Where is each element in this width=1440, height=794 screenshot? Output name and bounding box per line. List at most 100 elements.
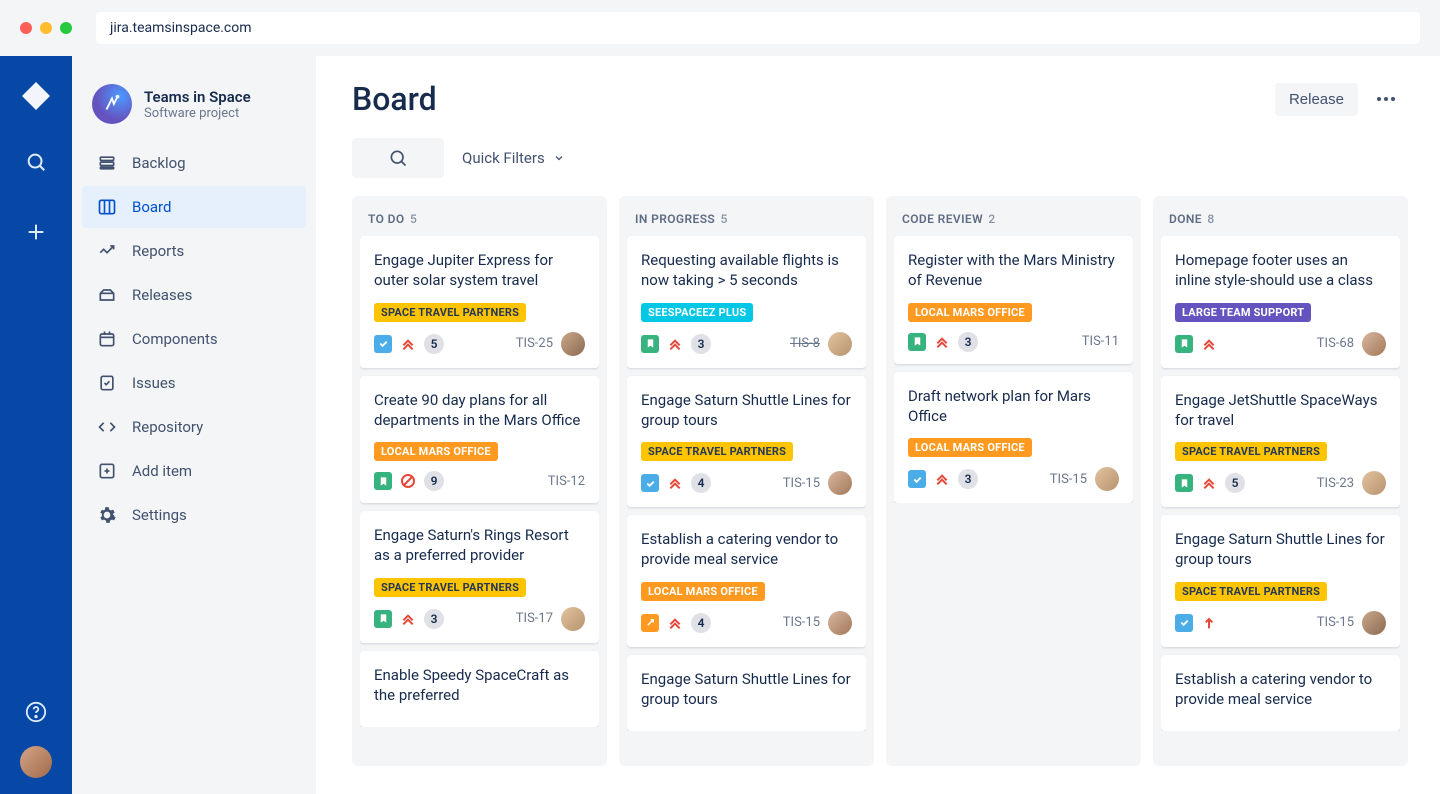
priority-icon <box>667 336 683 352</box>
project-subtitle: Software project <box>144 106 251 121</box>
issue-card[interactable]: Engage Saturn Shuttle Lines for group to… <box>627 655 866 732</box>
sidebar-item-label: Backlog <box>132 154 186 172</box>
issue-card[interactable]: Draft network plan for Mars OfficeLOCAL … <box>894 372 1133 504</box>
issue-key: TIS-68 <box>1317 336 1354 351</box>
release-button[interactable]: Release <box>1275 83 1358 116</box>
issue-type-icon <box>374 335 392 353</box>
assignee-avatar <box>1362 611 1386 635</box>
url-bar[interactable]: jira.teamsinspace.com <box>96 12 1420 44</box>
sidebar-item-backlog[interactable]: Backlog <box>82 142 306 184</box>
card-label: SPACE TRAVEL PARTNERS <box>1175 582 1327 601</box>
card-label: LARGE TEAM SUPPORT <box>1175 303 1311 322</box>
assignee-avatar <box>1095 467 1119 491</box>
column-header: TO DO 5 <box>360 206 599 236</box>
card-label: SPACE TRAVEL PARTNERS <box>374 578 526 597</box>
more-actions-button[interactable] <box>1368 81 1404 117</box>
page-title: Board <box>352 80 437 118</box>
issue-card[interactable]: Register with the Mars Ministry of Reven… <box>894 236 1133 364</box>
issue-card[interactable]: Engage Jupiter Express for outer solar s… <box>360 236 599 368</box>
window-minimize-icon[interactable] <box>40 22 52 34</box>
issue-card[interactable]: Establish a catering vendor to provide m… <box>627 515 866 647</box>
sidebar-item-repository[interactable]: Repository <box>82 406 306 448</box>
issue-type-icon <box>374 472 392 490</box>
card-title: Establish a catering vendor to provide m… <box>1175 669 1386 710</box>
card-title: Requesting available flights is now taki… <box>641 250 852 291</box>
card-title: Engage Saturn's Rings Resort as a prefer… <box>374 525 585 566</box>
card-label: SPACE TRAVEL PARTNERS <box>1175 442 1327 461</box>
sidebar-item-releases[interactable]: Releases <box>82 274 306 316</box>
issue-key: TIS-15 <box>1050 472 1087 487</box>
jira-logo-icon[interactable] <box>20 80 52 112</box>
column-header: CODE REVIEW 2 <box>894 206 1133 236</box>
priority-icon <box>934 334 950 350</box>
card-title: Engage JetShuttle SpaceWays for travel <box>1175 390 1386 431</box>
column-count: 5 <box>410 212 417 226</box>
priority-icon <box>934 471 950 487</box>
card-title: Engage Saturn Shuttle Lines for group to… <box>641 669 852 710</box>
assignee-avatar <box>828 471 852 495</box>
quick-filters-dropdown[interactable]: Quick Filters <box>462 149 565 167</box>
issue-key: TIS-12 <box>548 474 585 489</box>
sidebar-item-label: Issues <box>132 374 176 392</box>
global-create-button[interactable] <box>16 212 56 252</box>
issue-card[interactable]: Homepage footer uses an inline style-sho… <box>1161 236 1400 368</box>
column-title: CODE REVIEW <box>902 212 983 226</box>
issue-key: TIS-15 <box>783 615 820 630</box>
project-header[interactable]: Teams in Space Software project <box>82 78 306 142</box>
global-search-button[interactable] <box>16 142 56 182</box>
card-title: Enable Speedy SpaceCraft as the preferre… <box>374 665 585 706</box>
issue-card[interactable]: Engage Saturn's Rings Resort as a prefer… <box>360 511 599 643</box>
priority-icon <box>400 473 416 489</box>
column-title: DONE <box>1169 212 1202 226</box>
issue-card[interactable]: Requesting available flights is now taki… <box>627 236 866 368</box>
issue-type-icon <box>908 333 926 351</box>
story-points-badge: 4 <box>691 613 711 633</box>
issue-key: TIS-25 <box>516 336 553 351</box>
sidebar-item-label: Releases <box>132 286 192 304</box>
issue-type-icon <box>1175 614 1193 632</box>
priority-icon <box>400 611 416 627</box>
sidebar-icon <box>96 152 118 174</box>
card-label: LOCAL MARS OFFICE <box>908 303 1032 322</box>
card-label: LOCAL MARS OFFICE <box>908 438 1032 457</box>
issue-key: TIS-8 <box>790 336 820 351</box>
card-label: SEESPACEEZ PLUS <box>641 303 753 322</box>
issue-card[interactable]: Engage Saturn Shuttle Lines for group to… <box>627 376 866 508</box>
chevron-down-icon <box>553 152 565 164</box>
issue-card[interactable]: Establish a catering vendor to provide m… <box>1161 655 1400 732</box>
sidebar-item-add-item[interactable]: Add item <box>82 450 306 492</box>
issue-type-icon <box>1175 335 1193 353</box>
help-button[interactable] <box>16 692 56 732</box>
column-count: 5 <box>721 212 728 226</box>
issue-card[interactable]: Engage Saturn Shuttle Lines for group to… <box>1161 515 1400 647</box>
quick-filters-label: Quick Filters <box>462 149 545 167</box>
assignee-avatar <box>561 332 585 356</box>
window-close-icon[interactable] <box>20 22 32 34</box>
issue-card[interactable]: Enable Speedy SpaceCraft as the preferre… <box>360 651 599 728</box>
story-points-badge: 4 <box>691 473 711 493</box>
sidebar-item-reports[interactable]: Reports <box>82 230 306 272</box>
sidebar-icon <box>96 240 118 262</box>
user-avatar[interactable] <box>20 746 52 778</box>
sidebar-item-components[interactable]: Components <box>82 318 306 360</box>
window-maximize-icon[interactable] <box>60 22 72 34</box>
sidebar-item-label: Components <box>132 330 218 348</box>
story-points-badge: 3 <box>691 334 711 354</box>
card-title: Establish a catering vendor to provide m… <box>641 529 852 570</box>
column-header: DONE 8 <box>1161 206 1400 236</box>
sidebar-item-settings[interactable]: Settings <box>82 494 306 536</box>
issue-card[interactable]: Create 90 day plans for all departments … <box>360 376 599 504</box>
main-content: Board Release Quick Filters TO DO 5 Engag… <box>316 56 1440 794</box>
assignee-avatar <box>828 332 852 356</box>
column-header: IN PROGRESS 5 <box>627 206 866 236</box>
card-title: Engage Jupiter Express for outer solar s… <box>374 250 585 291</box>
sidebar-icon <box>96 196 118 218</box>
issue-card[interactable]: Engage JetShuttle SpaceWays for travel SP… <box>1161 376 1400 508</box>
issue-key: TIS-15 <box>1317 615 1354 630</box>
sidebar-icon <box>96 372 118 394</box>
sidebar-item-issues[interactable]: Issues <box>82 362 306 404</box>
card-title: Create 90 day plans for all departments … <box>374 390 585 431</box>
browser-chrome: jira.teamsinspace.com <box>0 0 1440 56</box>
board-search-input[interactable] <box>352 138 444 178</box>
sidebar-item-board[interactable]: Board <box>82 186 306 228</box>
